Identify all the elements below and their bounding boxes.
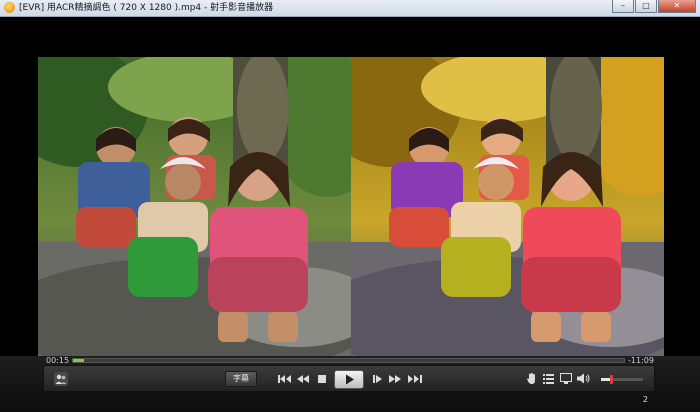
play-button[interactable] bbox=[334, 370, 364, 389]
title-bar: [EVR] 用ACR精摘調色 ( 720 X 1280 ).mp4 - 射手影音… bbox=[0, 0, 700, 17]
seek-bar[interactable] bbox=[72, 358, 625, 363]
volume-slider[interactable] bbox=[601, 378, 643, 381]
volume-icon[interactable] bbox=[577, 373, 590, 384]
stop-icon[interactable] bbox=[318, 375, 326, 383]
seek-bar-fill bbox=[73, 359, 85, 362]
playlist-icon[interactable] bbox=[543, 373, 554, 384]
minimize-button[interactable]: – bbox=[612, 0, 634, 13]
volume-handle[interactable] bbox=[610, 375, 614, 384]
video-frame-graded bbox=[351, 57, 664, 356]
people-icon[interactable] bbox=[53, 371, 69, 387]
window-title: [EVR] 用ACR精摘調色 ( 720 X 1280 ).mp4 - 射手影音… bbox=[19, 3, 274, 13]
close-button[interactable]: ✕ bbox=[658, 0, 696, 13]
maximize-button[interactable]: □ bbox=[635, 0, 657, 13]
graded-photo bbox=[351, 57, 664, 356]
step-forward-icon[interactable] bbox=[373, 374, 383, 384]
original-photo bbox=[38, 57, 351, 356]
control-bar: 字幕 bbox=[43, 365, 655, 392]
skip-start-icon[interactable] bbox=[278, 374, 292, 384]
fast-forward-icon[interactable] bbox=[389, 374, 401, 384]
volume-fill bbox=[601, 378, 611, 381]
video-frame-original bbox=[38, 57, 351, 356]
play-icon bbox=[346, 374, 354, 385]
hand-icon[interactable] bbox=[526, 372, 538, 385]
rewind-icon[interactable] bbox=[297, 374, 309, 384]
page-number: 2 bbox=[642, 395, 648, 404]
control-panel: 00:15 -11:09 字幕 2 bbox=[0, 356, 700, 412]
screen-icon[interactable] bbox=[560, 373, 572, 384]
skip-end-icon[interactable] bbox=[408, 374, 422, 384]
subtitle-button[interactable]: 字幕 bbox=[225, 371, 257, 387]
window-controls: – □ ✕ bbox=[612, 0, 696, 13]
player-app-icon bbox=[4, 2, 15, 13]
